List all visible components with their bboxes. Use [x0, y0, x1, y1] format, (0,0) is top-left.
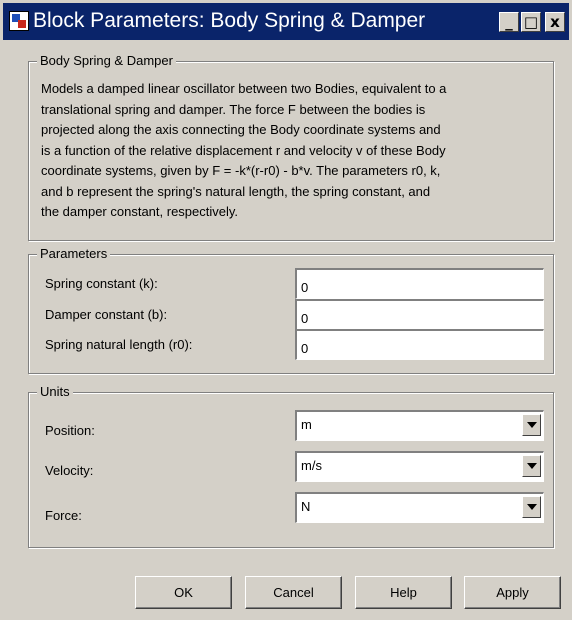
spring-constant-field[interactable] — [295, 268, 544, 299]
spring-natural-length-field[interactable] — [295, 329, 544, 360]
title-bar[interactable]: Block Parameters: Body Spring & Damper _… — [3, 3, 569, 40]
block-description: Models a damped linear oscillator betwee… — [41, 79, 541, 223]
force-units-value: N — [301, 499, 311, 514]
window-title: Block Parameters: Body Spring & Damper — [33, 9, 426, 32]
units-group-title: Units — [37, 384, 73, 400]
description-group-title: Body Spring & Damper — [37, 53, 176, 69]
maximize-button[interactable]: □ — [521, 12, 541, 32]
velocity-units-value: m/s — [301, 458, 322, 473]
description-line: projected along the axis connecting the … — [41, 122, 441, 137]
description-line: is a function of the relative displaceme… — [41, 142, 446, 158]
description-line: translational spring and damper. The for… — [41, 101, 426, 117]
velocity-units-dropdown[interactable]: m/s — [295, 451, 544, 482]
block-parameters-dialog: Block Parameters: Body Spring & Damper _… — [0, 0, 572, 620]
parameters-group-title: Parameters — [37, 246, 111, 262]
minimize-button[interactable]: _ — [499, 12, 519, 32]
force-units-dropdown[interactable]: N — [295, 492, 544, 523]
chevron-down-icon[interactable] — [522, 455, 541, 477]
help-button[interactable]: Help — [355, 576, 452, 609]
ok-button[interactable]: OK — [135, 576, 232, 609]
spring-natural-length-label: Spring natural length (r0): — [45, 337, 193, 352]
velocity-label: Velocity: — [45, 463, 94, 478]
force-label: Force: — [45, 508, 82, 523]
position-units-dropdown[interactable]: m — [295, 410, 544, 441]
position-units-value: m — [301, 417, 312, 432]
damper-constant-field[interactable] — [295, 299, 544, 330]
spring-constant-label: Spring constant (k): — [45, 276, 158, 291]
cancel-button[interactable]: Cancel — [245, 576, 342, 609]
damper-constant-label: Damper constant (b): — [45, 307, 168, 322]
simulink-block-icon — [9, 11, 29, 31]
chevron-down-icon[interactable] — [522, 414, 541, 436]
description-line: the damper constant, respectively. — [41, 204, 239, 219]
position-label: Position: — [45, 423, 95, 438]
description-line: Models a damped linear oscillator betwee… — [41, 81, 447, 96]
apply-button[interactable]: Apply — [464, 576, 561, 609]
description-line: and b represent the spring's natural len… — [41, 183, 431, 199]
chevron-down-icon[interactable] — [522, 496, 541, 518]
description-group: Body Spring & Damper Models a damped lin… — [28, 53, 554, 241]
close-button[interactable]: x — [545, 12, 565, 32]
description-line: coordinate systems, given by F = -k*(r-r… — [41, 163, 441, 178]
